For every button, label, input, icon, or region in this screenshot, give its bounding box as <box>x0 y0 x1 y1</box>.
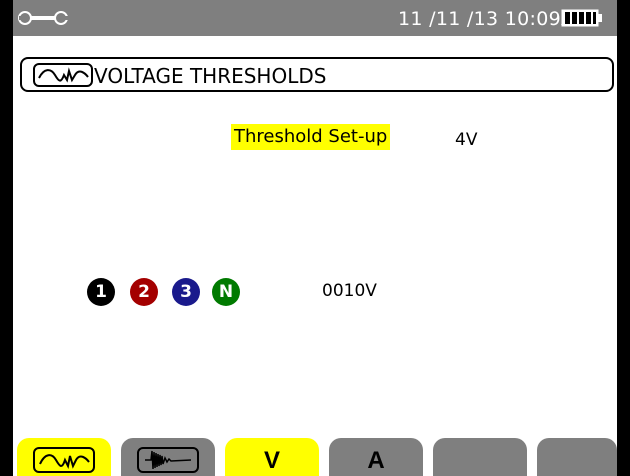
phase-3-badge: 3 <box>172 278 200 306</box>
tab-voltage[interactable]: V <box>225 438 319 476</box>
tab-current[interactable]: A <box>329 438 423 476</box>
tab-empty-1[interactable] <box>433 438 527 476</box>
wrench-icon[interactable] <box>17 8 73 28</box>
right-frame <box>617 0 630 476</box>
waveform-icon <box>33 447 95 473</box>
threshold-setup-value[interactable]: 4V <box>455 130 477 150</box>
left-frame <box>0 0 13 476</box>
phase-n-badge: N <box>212 278 240 306</box>
transient-icon <box>137 447 199 473</box>
battery-full-icon <box>561 9 602 27</box>
date-text: 11 /11 /13 <box>398 8 499 30</box>
tab-empty-2[interactable] <box>537 438 617 476</box>
threshold-setup-label[interactable]: Threshold Set-up <box>231 124 391 150</box>
tab-waveform[interactable] <box>17 438 111 476</box>
tab-voltage-label: V <box>263 447 280 474</box>
datetime: 11 /11 /13 10:09AM <box>398 8 577 30</box>
phase-2-badge: 2 <box>130 278 158 306</box>
phase-1-badge: 1 <box>87 278 115 306</box>
page-title: VOLTAGE THRESHOLDS <box>94 64 327 88</box>
title-bar: VOLTAGE THRESHOLDS <box>20 57 614 92</box>
status-bar: 11 /11 /13 10:09AM <box>13 0 617 36</box>
waveform-icon <box>33 63 93 87</box>
time-text: 10:09 <box>504 8 562 30</box>
tab-transient[interactable] <box>121 438 215 476</box>
tab-current-label: A <box>367 447 385 474</box>
threshold-value[interactable]: 0010V <box>322 281 377 301</box>
